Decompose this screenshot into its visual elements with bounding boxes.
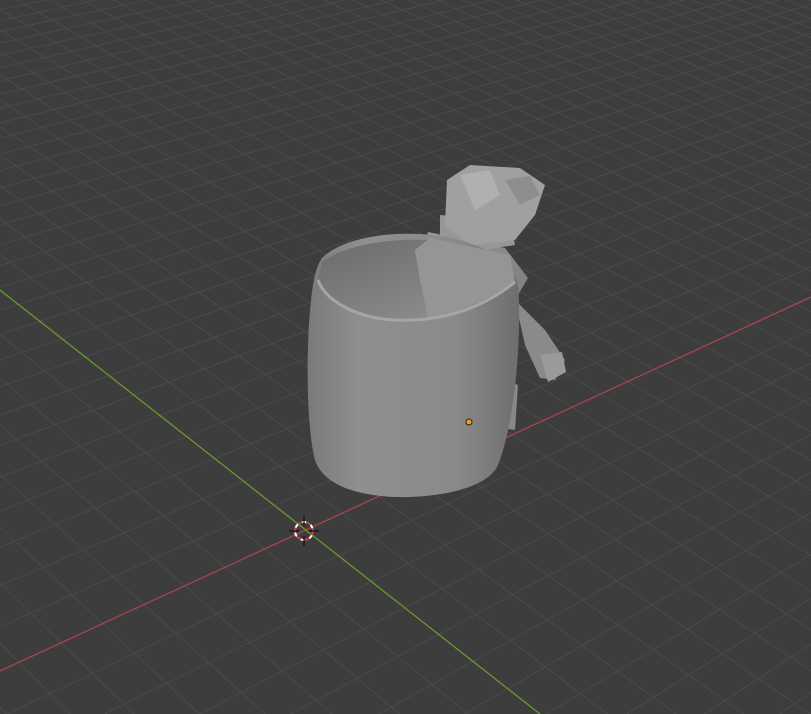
grid-line — [0, 0, 198, 44]
grid-line — [643, 0, 811, 70]
grid-line — [0, 0, 47, 11]
grid-line — [716, 0, 811, 39]
grid-line — [0, 0, 97, 21]
viewport-canvas[interactable] — [0, 0, 811, 714]
grid-line — [408, 0, 811, 186]
grid-line — [546, 553, 811, 714]
grid-line — [352, 0, 811, 218]
grid-line — [324, 0, 811, 236]
grid-line — [199, 397, 811, 714]
grid-line — [0, 526, 200, 714]
grid-line — [0, 0, 779, 226]
grid-line — [0, 0, 248, 56]
grid-line — [463, 512, 811, 714]
grid-line — [0, 0, 541, 139]
grid-line — [0, 18, 811, 266]
grid-line — [0, 706, 7, 714]
grid-line — [0, 0, 444, 109]
cup-mesh[interactable] — [307, 233, 520, 498]
grid-line — [0, 582, 135, 714]
grid-line — [0, 474, 266, 714]
grid-line — [463, 0, 811, 157]
grid-line — [266, 0, 811, 272]
grid-line — [542, 0, 811, 117]
grid-line — [0, 642, 71, 714]
3d-viewport[interactable] — [0, 0, 811, 714]
object-origin-icon — [465, 418, 473, 426]
